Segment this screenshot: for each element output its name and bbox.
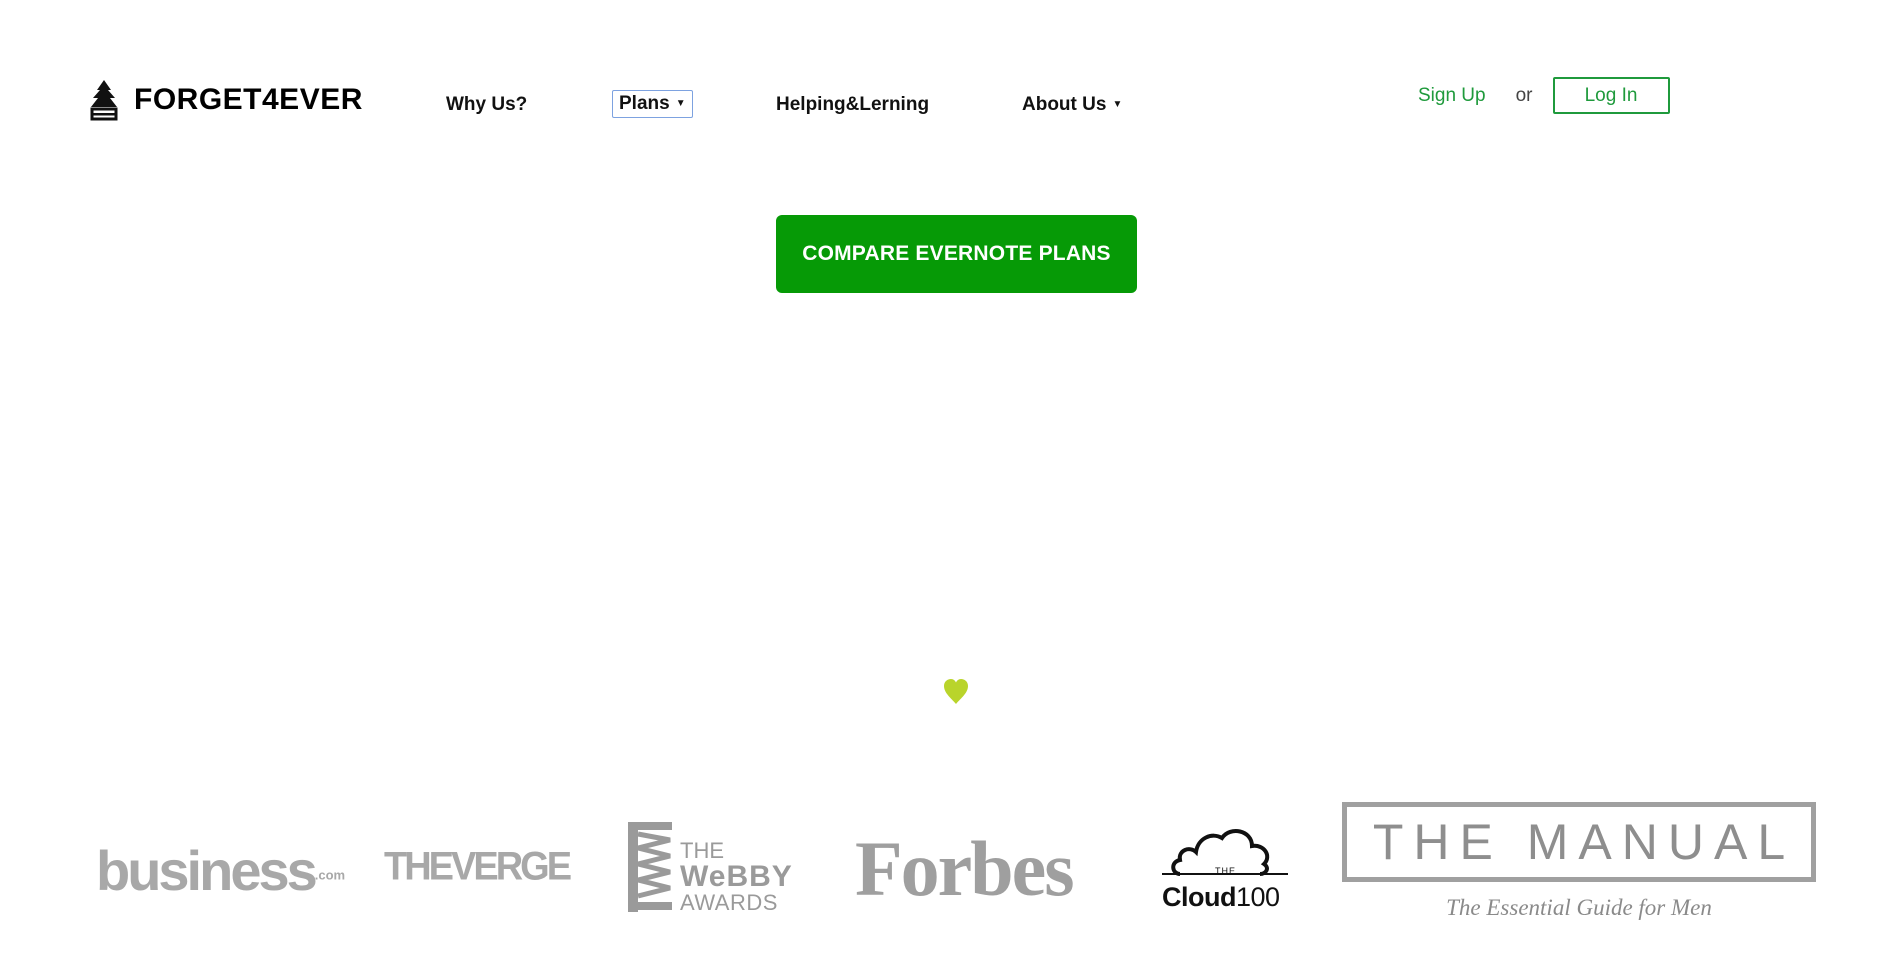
- webby-spring-icon: [628, 822, 672, 912]
- nav-why-us-label: Why Us?: [446, 94, 528, 115]
- webby-awards-logo: THE WeBBY AWARDS: [626, 820, 792, 914]
- manual-title-box: THE MANUAL: [1342, 802, 1816, 882]
- nav-about-label: About Us: [1022, 94, 1107, 115]
- webby-wordmark: THE WeBBY AWARDS: [680, 840, 793, 914]
- forbes-wordmark: Forbes: [855, 825, 1075, 912]
- webby-awards: AWARDS: [680, 890, 778, 915]
- cloud100-number: 100: [1235, 882, 1280, 912]
- compare-plans-button[interactable]: COMPARE EVERNOTE PLANS: [776, 215, 1137, 293]
- business-com-logo: business.com: [96, 838, 345, 903]
- cloud100-wordmark: Cloud100: [1162, 882, 1280, 913]
- brand-name: FORGET4EVER: [134, 83, 363, 116]
- the-manual-logo: THE MANUAL The Essential Guide for Men: [1342, 802, 1816, 932]
- cloud100-the: THE: [1215, 866, 1236, 876]
- chevron-down-icon: ▼: [1112, 99, 1123, 111]
- tree-icon: [90, 80, 118, 121]
- nav-helping-label: Helping&Lerning: [776, 94, 930, 115]
- webby-name: WeBBY: [680, 860, 793, 893]
- webby-the: THE: [680, 838, 724, 863]
- the-verge-logo: THEVERGE: [384, 844, 572, 890]
- press-logos: business.com THEVERGE THE WeBBY AWARDS F…: [0, 800, 1894, 940]
- nav-plans-label: Plans: [619, 93, 670, 114]
- nav-plans[interactable]: Plans ▼: [612, 90, 693, 118]
- auth-area: Sign Up or Log In: [1418, 77, 1670, 114]
- cloud-100-logo: THE Cloud100: [1160, 822, 1290, 918]
- or-text: or: [1515, 84, 1533, 106]
- site-header: FORGET4EVER Why Us? Plans ▼ Helping&Lerni…: [0, 0, 1894, 160]
- cloud100-word: Cloud: [1162, 882, 1236, 912]
- verge-wordmark: THEVERGE: [384, 844, 572, 890]
- brand-logo[interactable]: FORGET4EVER: [88, 78, 363, 122]
- chevron-down-icon: ▼: [675, 98, 686, 110]
- nav-helping-learning[interactable]: Helping&Lerning: [776, 94, 929, 116]
- nav-why-us[interactable]: Why Us?: [446, 94, 527, 116]
- log-in-button[interactable]: Log In: [1552, 77, 1670, 114]
- forbes-logo: Forbes: [855, 824, 1075, 914]
- log-in-label: Log In: [1584, 84, 1638, 106]
- manual-subtitle: The Essential Guide for Men: [1446, 895, 1712, 920]
- nav-about-us[interactable]: About Us ▼: [1022, 94, 1122, 116]
- manual-title: THE MANUAL: [1372, 814, 1796, 870]
- sign-up-link[interactable]: Sign Up: [1418, 85, 1486, 107]
- business-wordmark: business: [96, 839, 318, 902]
- business-suffix: .com: [314, 867, 346, 883]
- heart-icon: [944, 679, 968, 704]
